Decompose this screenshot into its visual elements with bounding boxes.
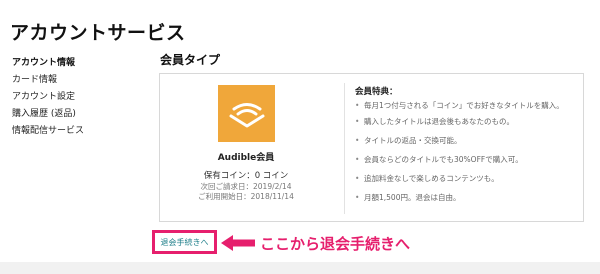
benefit-item: 購入したタイトルは退会後もあなたのもの。 [355, 117, 577, 127]
sidebar-item-account-info[interactable]: アカウント情報 [12, 55, 142, 72]
sidebar-item-newsletter[interactable]: 情報配信サービス [12, 123, 142, 140]
section-title: 会員タイプ [160, 53, 221, 67]
benefit-item: タイトルの返品・交換可能。 [355, 136, 577, 146]
benefit-item: 追加料金なしで楽しめるコンテンツも。 [355, 174, 577, 184]
benefits-list: 毎月1つ付与される「コイン」でお好きなタイトルを購入。 購入したタイトルは退会後… [355, 101, 577, 212]
sidebar-item-card-info[interactable]: カード情報 [12, 72, 142, 89]
sidebar-item-account-settings[interactable]: アカウント設定 [12, 89, 142, 106]
footer-band [0, 262, 600, 274]
audible-logo-icon [218, 85, 275, 142]
sidebar-item-purchase-history[interactable]: 購入履歴 (返品) [12, 106, 142, 123]
annotation-text: ここから退会手続きへ [260, 235, 411, 253]
benefits-title: 会員特典： [355, 87, 398, 97]
audible-waves-icon [229, 102, 264, 127]
page-title: アカウントサービス [10, 22, 186, 44]
benefit-item: 毎月1つ付与される「コイン」でお好きなタイトルを購入。 [355, 101, 577, 111]
plan-name: Audible会員 [217, 153, 275, 163]
cancel-membership-button[interactable]: 退会手続きへ [152, 230, 217, 254]
membership-card: Audible会員 保有コイン：0 コイン 次回ご請求日：2019/2/14 ご… [159, 73, 584, 222]
start-date: ご利用開始日：2018/11/14 [198, 192, 294, 201]
card-divider [344, 83, 345, 214]
arrow-left-icon [221, 235, 255, 251]
benefit-item: 会員ならどのタイトルでも30%OFFで購入可。 [355, 155, 577, 165]
coin-balance: 保有コイン：0 コイン [203, 171, 289, 181]
sidebar: アカウント情報 カード情報 アカウント設定 購入履歴 (返品) 情報配信サービス [12, 55, 142, 140]
benefit-item: 月額1,500円。退会は自由。 [355, 193, 577, 203]
